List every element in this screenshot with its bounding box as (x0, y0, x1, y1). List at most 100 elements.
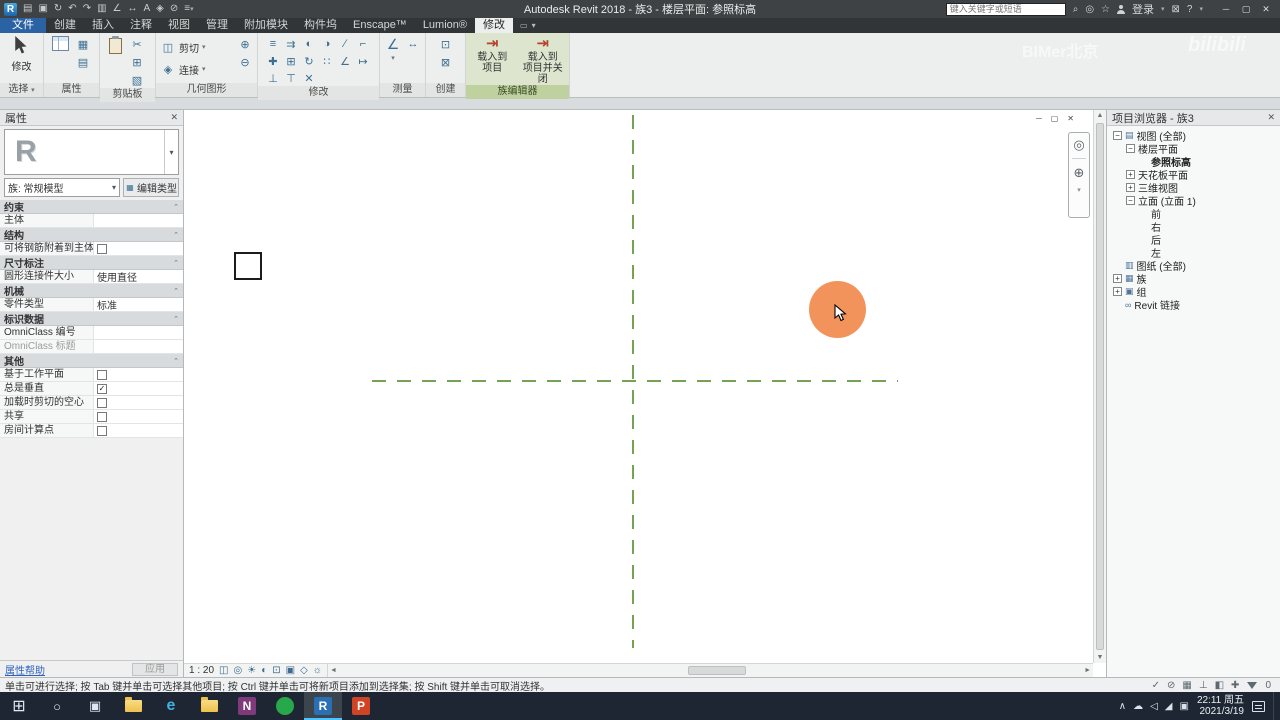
folder-window-icon[interactable] (190, 692, 228, 720)
property-value[interactable] (94, 340, 183, 353)
tab-bimstore[interactable]: 构件坞 (296, 18, 345, 33)
revit-icon[interactable]: R (304, 692, 342, 720)
collapse-icon[interactable]: − (1113, 131, 1122, 140)
default-3d-view-icon[interactable]: ◈ (156, 0, 164, 18)
sign-in-caret-icon[interactable]: ▾ (1161, 5, 1165, 13)
sun-path-icon[interactable]: ☀ (247, 665, 256, 676)
collapse-icon[interactable]: − (1126, 196, 1135, 205)
tab-manage[interactable]: 管理 (198, 18, 236, 33)
revit-app-logo[interactable]: R (4, 2, 17, 16)
trim-extend-icon[interactable]: ⌐ (355, 36, 371, 52)
horizontal-scrollbar[interactable]: ◄ ► (326, 664, 1093, 677)
property-checkbox[interactable] (97, 397, 107, 408)
panel-label-modify[interactable]: 修改 (258, 86, 379, 100)
family-types-icon[interactable]: ▤ (75, 54, 91, 70)
drawing-area[interactable]: ─ ▢ ✕ ◎ ⊕ ▾ ▲ ▼ 1 : 20 ◫ ◎ ☀ ◐ ⊡ ▣ ◇ ☼ ◄ ► (184, 110, 1106, 677)
type-selector[interactable]: R ▾ (4, 129, 179, 175)
shadows-icon[interactable]: ◐ (261, 665, 267, 676)
unjoin-geometry-icon[interactable]: ⊖ (237, 54, 253, 70)
navbar-caret-icon[interactable]: ▾ (1077, 186, 1081, 194)
close-button[interactable]: ✕ (1256, 0, 1276, 18)
scroll-down-icon[interactable]: ▼ (1097, 654, 1104, 661)
volume-icon[interactable]: ◁ (1150, 701, 1158, 712)
search-button[interactable]: ○ (38, 692, 76, 720)
properties-help-link[interactable]: 属性帮助 (5, 662, 45, 677)
property-value[interactable] (94, 396, 183, 409)
tree-item[interactable]: − ▤ 视图 (全部) (1109, 129, 1278, 143)
crop-view-icon[interactable]: ⊡ (272, 665, 280, 676)
scroll-up-icon[interactable]: ▲ (1097, 112, 1104, 119)
panel-label-geometry[interactable]: 几何图形 (156, 83, 257, 97)
tab-lumion[interactable]: Lumion® (415, 18, 475, 33)
app-green-icon[interactable] (266, 692, 304, 720)
join-geometry-button[interactable]: ◈ 连接 ▾ (160, 61, 206, 77)
cut-icon[interactable]: ✂ (129, 36, 145, 52)
ribbon-display-toggle-icon[interactable]: ▭ (520, 21, 528, 30)
temporary-hide-isolate-icon[interactable]: ◇ (300, 665, 308, 676)
property-value[interactable] (94, 424, 183, 437)
project-browser-close-icon[interactable]: ✕ (1267, 112, 1275, 123)
mirror-draw-axis-icon[interactable]: ◑ (319, 36, 335, 52)
property-checkbox[interactable] (97, 369, 107, 380)
select-pinned-toggle-icon[interactable]: ⊥ (1199, 680, 1208, 691)
vertical-scroll-thumb[interactable] (1096, 123, 1104, 650)
sync-icon[interactable]: ↻ (54, 0, 62, 18)
load-into-project-close-button[interactable]: ⇥ 载入到 项目并关闭 (521, 36, 566, 86)
property-checkbox[interactable] (97, 411, 107, 422)
scale-icon[interactable]: ∠ (337, 53, 353, 69)
tree-item[interactable]: ▥ 图纸 (全部) (1109, 259, 1278, 273)
view-scale[interactable]: 1 : 20 (189, 665, 214, 676)
tree-item[interactable]: 前 (1109, 207, 1278, 221)
collapse-icon[interactable]: − (1126, 144, 1135, 153)
tab-view[interactable]: 视图 (160, 18, 198, 33)
property-value[interactable] (94, 410, 183, 423)
tab-addins[interactable]: 附加模块 (236, 18, 296, 33)
help-search-input[interactable] (945, 2, 1066, 16)
match-type-icon[interactable]: ▧ (129, 72, 145, 88)
modify-tool-button[interactable]: 修改 (4, 36, 39, 83)
ribbon-display-caret-icon[interactable]: ▾ (532, 21, 536, 30)
tab-file[interactable]: 文件 (0, 18, 46, 33)
property-checkbox[interactable]: ✓ (97, 383, 107, 394)
edit-type-button[interactable]: ▦ 编辑类型 (123, 178, 179, 197)
copy-icon[interactable]: ⊞ (129, 54, 145, 70)
expand-icon[interactable]: + (1126, 170, 1135, 179)
dimension-icon[interactable]: ↔ (405, 36, 421, 52)
select-links-toggle-icon[interactable]: ⊘ (1167, 680, 1175, 691)
clock[interactable]: 22:11 周五 2021/3/19 (1197, 695, 1244, 717)
help-icon[interactable]: ? (1187, 4, 1193, 15)
panel-label-properties[interactable]: 属性 (44, 83, 99, 97)
favorites-star-icon[interactable]: ☆ (1101, 4, 1110, 15)
property-value[interactable] (94, 368, 183, 381)
properties-palette-button[interactable] (48, 36, 72, 83)
unpin-icon[interactable]: ⊤ (283, 70, 299, 86)
paste-button[interactable] (104, 36, 126, 88)
search-go-icon[interactable]: ⌕ (1073, 4, 1079, 15)
qat-customize-caret-icon[interactable]: ▾ (190, 5, 194, 13)
property-checkbox[interactable] (97, 425, 107, 436)
tree-item[interactable]: 右 (1109, 220, 1278, 234)
cloud-icon[interactable]: ☁ (1133, 701, 1143, 712)
minimize-view-button[interactable]: ─ (1036, 114, 1042, 123)
scroll-left-icon[interactable]: ◄ (330, 667, 337, 674)
create-group-icon[interactable]: ⊡ (438, 36, 454, 52)
panel-label-family-editor[interactable]: 族编辑器 (466, 85, 569, 99)
delete-icon[interactable]: ✕ (301, 70, 317, 86)
properties-close-icon[interactable]: ✕ (170, 112, 178, 123)
editable-only-icon[interactable]: ✓ (1152, 680, 1160, 691)
pin-icon[interactable]: ⊥ (265, 70, 281, 86)
vertical-scrollbar[interactable]: ▲ ▼ (1093, 110, 1106, 663)
tree-item[interactable]: 参照标高 (1109, 155, 1278, 169)
property-section-header[interactable]: 标识数据 ⌃ (0, 312, 183, 326)
section-collapse-icon[interactable]: ⌃ (173, 315, 179, 323)
action-center-icon[interactable] (1252, 700, 1265, 712)
close-view-button[interactable]: ✕ (1067, 114, 1074, 123)
steering-wheel-icon[interactable]: ◎ (1073, 138, 1084, 151)
extend-icon[interactable]: ↦ (355, 53, 371, 69)
visual-style-icon[interactable]: ◎ (233, 665, 242, 676)
tree-item[interactable]: + 天花板平面 (1109, 168, 1278, 182)
panel-label-create[interactable]: 创建 (426, 83, 465, 97)
tree-item[interactable]: − 楼层平面 (1109, 142, 1278, 156)
zoom-icon[interactable]: ⊕ (1074, 166, 1085, 179)
array-icon[interactable]: ∷ (319, 53, 335, 69)
